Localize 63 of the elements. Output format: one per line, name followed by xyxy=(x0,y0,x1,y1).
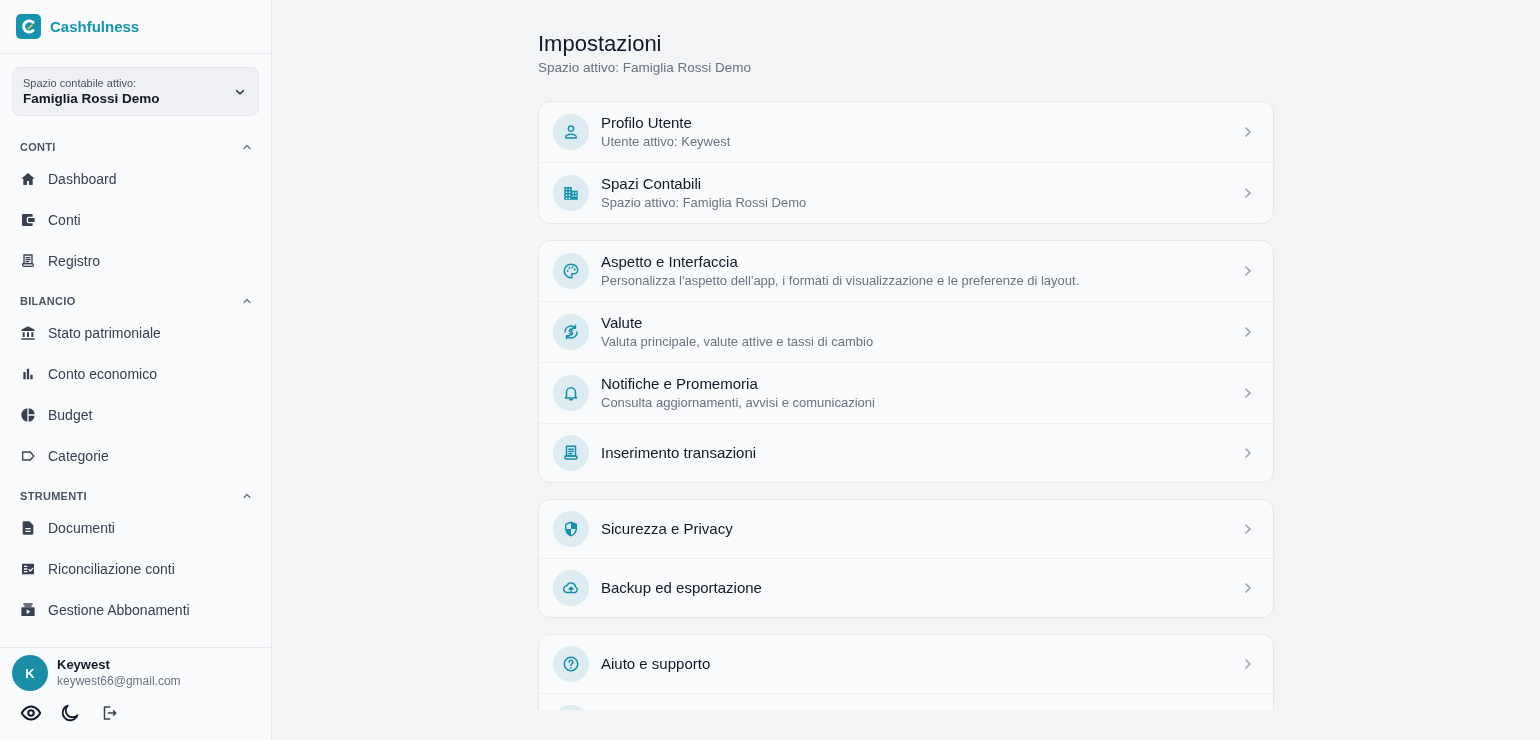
space-selector[interactable]: Spazio contabile attivo: Famiglia Rossi Demo xyxy=(12,67,259,116)
wallet-icon xyxy=(20,211,36,228)
setting-description: Spazio attivo: Famiglia Rossi Demo xyxy=(601,194,808,212)
user-name: Keywest xyxy=(57,657,111,673)
app-name: Cashfulness xyxy=(50,18,140,35)
section-title: BILANCIO xyxy=(20,294,76,308)
setting-title: Spazi Contabili xyxy=(601,174,703,194)
setting-title: Notifiche e Promemoria xyxy=(601,374,759,394)
setting-title: Sicurezza e Privacy xyxy=(601,519,734,539)
nav-item[interactable]: Budget xyxy=(8,394,263,435)
building-icon xyxy=(553,175,589,211)
section-title: CONTI xyxy=(20,140,56,154)
document-icon xyxy=(20,519,36,536)
media-stack-icon xyxy=(20,601,36,618)
nav-item[interactable]: Riconciliazione conti xyxy=(8,548,263,589)
section-title: STRUMENTI xyxy=(20,489,87,503)
settings-row[interactable]: Notifiche e Promemoria Consulta aggiornamenti, avvisi e comunicazioni xyxy=(539,362,1273,423)
help-icon xyxy=(553,646,589,682)
nav-item[interactable]: Conto economico xyxy=(8,353,263,394)
settings-row[interactable]: Spazi Contabili Spazio attivo: Famiglia Rossi Demo xyxy=(539,162,1273,223)
nav-item[interactable]: Stato patrimoniale xyxy=(8,312,263,353)
page-subtitle: Spazio attivo: Famiglia Rossi Demo xyxy=(538,59,753,77)
home-icon xyxy=(20,170,36,187)
setting-title: Aiuto e supporto xyxy=(601,654,712,674)
bank-icon xyxy=(20,324,36,341)
settings-row[interactable]: Valute Valuta principale, valute attive e tassi di cambio xyxy=(539,301,1273,362)
settings-row[interactable]: Backup ed esportazione xyxy=(539,558,1273,617)
user-email: keywest66@gmail.com xyxy=(57,673,181,689)
nav-item[interactable]: Gestione Abbonamenti xyxy=(8,589,263,630)
setting-title: Valute xyxy=(601,313,644,333)
nav-item[interactable]: Dashboard xyxy=(8,158,263,199)
cloud-upload-icon xyxy=(553,570,589,606)
setting-title: Aspetto e Interfaccia xyxy=(601,252,739,272)
setting-description: Personalizza l'aspetto dell'app, i formati di visualizzazione e le preferenze di layout. xyxy=(601,272,1081,290)
receipt-icon xyxy=(553,435,589,471)
palette-icon xyxy=(553,253,589,289)
pie-chart-icon xyxy=(20,406,36,423)
settings-row[interactable]: Aiuto e supporto xyxy=(539,635,1273,693)
selector-label: Spazio contabile attivo: xyxy=(23,75,138,90)
settings-row[interactable]: Aspetto e Interfaccia Personalizza l'aspetto dell'app, i formati di visualizzazione e le preferenze di layout. xyxy=(539,241,1273,301)
settings-row[interactable]: Sicurezza e Privacy xyxy=(539,500,1273,558)
setting-title: Inserimento transazioni xyxy=(601,443,758,463)
logo-icon xyxy=(16,14,41,39)
shield-icon xyxy=(553,511,589,547)
nav-item[interactable]: Conti xyxy=(8,199,263,240)
person-icon xyxy=(553,114,589,150)
user-avatar: K xyxy=(12,655,48,691)
setting-title: Profilo Utente xyxy=(601,113,693,133)
setting-description: Utente attivo: Keywest xyxy=(601,133,732,151)
setting-title: Backup ed esportazione xyxy=(601,578,763,598)
settings-row[interactable]: Inserimento transazioni xyxy=(539,423,1273,482)
nav-item[interactable]: Registro xyxy=(8,240,263,281)
currency-exchange-icon xyxy=(553,314,589,350)
receipt-icon xyxy=(20,252,36,269)
setting-description: Consulta aggiornamenti, avvisi e comunicazioni xyxy=(601,394,876,412)
nav-item[interactable]: Categorie xyxy=(8,435,263,476)
page-title: Impostazioni xyxy=(538,30,663,58)
selector-value: Famiglia Rossi Demo xyxy=(23,89,161,108)
bell-icon xyxy=(553,375,589,411)
nav-item[interactable]: Documenti xyxy=(8,507,263,548)
moon-icon[interactable] xyxy=(59,702,81,724)
settings-row[interactable]: Profilo Utente Utente attivo: Keywest xyxy=(539,102,1273,162)
setting-description: Valuta principale, valute attive e tassi di cambio xyxy=(601,333,875,351)
